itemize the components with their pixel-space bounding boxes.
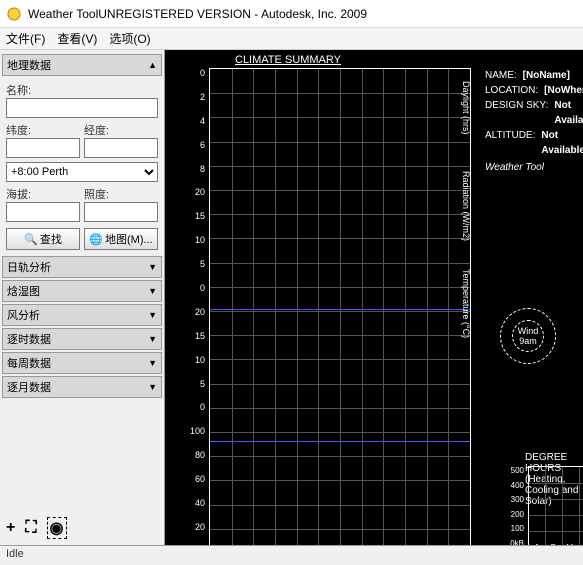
- lon-input[interactable]: [84, 138, 158, 158]
- status-text: Idle: [6, 548, 24, 560]
- alt-label: 海拔:: [6, 186, 80, 202]
- zoom-controls: + ⛶ ◉: [2, 513, 162, 543]
- chevron-down-icon: ▼: [148, 358, 157, 368]
- degree-months: JFMAMJJASOND: [528, 543, 583, 545]
- lat-input[interactable]: [6, 138, 80, 158]
- axis-temperature: Temperature (°C): [455, 264, 471, 344]
- info-alt-v: Not Available: [541, 128, 583, 158]
- section-3[interactable]: 逐时数据 ▼: [2, 328, 162, 350]
- chevron-down-icon: ▼: [148, 310, 157, 320]
- lon-label: 经度:: [84, 122, 158, 138]
- axis-labels: Daylight (hrs) Radiation (W/m2) Temperat…: [455, 68, 471, 344]
- name-input[interactable]: [6, 98, 158, 118]
- degree-chart: 5004003002001000kB 8k6k4k2k JFMAMJJASOND: [500, 466, 583, 545]
- axis-daylight: Daylight (hrs): [455, 68, 471, 148]
- brt-input[interactable]: [84, 202, 158, 222]
- section-geo[interactable]: 地理数据 ▲: [2, 54, 162, 76]
- info-sky-v: Not Available: [554, 98, 583, 128]
- find-button[interactable]: 🔍 查找: [6, 228, 80, 250]
- find-label: 查找: [40, 231, 62, 247]
- section-5[interactable]: 逐月数据 ▼: [2, 376, 162, 398]
- section-label-4: 每周数据: [7, 355, 51, 371]
- zoom-focus-button[interactable]: ◉: [47, 517, 67, 539]
- section-label-1: 焓湿图: [7, 283, 40, 299]
- axis-radiation: Radiation (W/m2): [455, 166, 471, 246]
- section-label-0: 日轨分析: [7, 259, 51, 275]
- map-button[interactable]: 🌐 地图(M)...: [84, 228, 158, 250]
- month-axis: JFMAMJJASOND: [209, 544, 471, 545]
- info-sky-k: DESIGN SKY:: [485, 98, 548, 128]
- info-alt-k: ALTITUDE:: [485, 128, 535, 158]
- info-block: NAME: [NoName] LOCATION: [NoWhere] DESIGN …: [485, 68, 583, 175]
- info-name-v: [NoName]: [523, 68, 570, 83]
- zoom-in-button[interactable]: +: [6, 519, 15, 537]
- degree-grid: [528, 466, 583, 545]
- menu-options[interactable]: 选项(O): [109, 30, 150, 47]
- climate-title: CLIMATE SUMMARY: [235, 54, 341, 66]
- map-label: 地图(M)...: [105, 231, 153, 247]
- chevron-down-icon: ▼: [148, 334, 157, 344]
- app-icon: [6, 6, 22, 22]
- geo-body: 名称: 纬度: 经度: +8:00 Perth 海拔:: [2, 76, 162, 254]
- statusbar: Idle: [0, 545, 583, 565]
- wind-a-time: 9am: [519, 336, 537, 346]
- section-4[interactable]: 每周数据 ▼: [2, 352, 162, 374]
- zoom-fit-button[interactable]: ⛶: [25, 519, 36, 537]
- canvas: CLIMATE SUMMARY 024682015105020151050100…: [165, 50, 583, 545]
- wind-9am: Wind 9am: [500, 308, 556, 364]
- sidebar: 地理数据 ▲ 名称: 纬度: 经度: +8:00 Perth: [0, 50, 165, 545]
- info-loc-v: [NoWhere]: [544, 83, 583, 98]
- info-loc-k: LOCATION:: [485, 83, 538, 98]
- section-geo-label: 地理数据: [7, 57, 51, 73]
- section-2[interactable]: 风分析 ▼: [2, 304, 162, 326]
- timezone-select[interactable]: +8:00 Perth: [6, 162, 158, 182]
- name-label: 名称:: [6, 82, 158, 98]
- globe-icon: 🌐: [89, 233, 103, 246]
- section-1[interactable]: 焓湿图 ▼: [2, 280, 162, 302]
- lat-label: 纬度:: [6, 122, 80, 138]
- menu-file[interactable]: 文件(F): [6, 30, 45, 47]
- menubar: 文件(F) 查看(V) 选项(O): [0, 28, 583, 50]
- brt-label: 照度:: [84, 186, 158, 202]
- alt-input[interactable]: [6, 202, 80, 222]
- section-label-2: 风分析: [7, 307, 40, 323]
- y-axis-ticks: 024682015105020151050100806040200: [187, 68, 207, 545]
- degree-y-left: 5004003002001000kB: [500, 466, 526, 545]
- chevron-down-icon: ▼: [148, 262, 157, 272]
- section-label-5: 逐月数据: [7, 379, 51, 395]
- chevron-down-icon: ▼: [148, 286, 157, 296]
- chevron-up-icon: ▲: [148, 60, 157, 70]
- info-name-k: NAME:: [485, 68, 517, 83]
- menu-view[interactable]: 查看(V): [57, 30, 97, 47]
- section-0[interactable]: 日轨分析 ▼: [2, 256, 162, 278]
- chevron-down-icon: ▼: [148, 382, 157, 392]
- titlebar: Weather ToolUNREGISTERED VERSION - Autod…: [0, 0, 583, 28]
- tool-name: Weather Tool: [485, 160, 583, 175]
- search-icon: 🔍: [24, 233, 38, 246]
- window-title: Weather ToolUNREGISTERED VERSION - Autod…: [28, 7, 367, 21]
- section-label-3: 逐时数据: [7, 331, 51, 347]
- climate-grid: [209, 68, 471, 545]
- climate-chart: 024682015105020151050100806040200 JFMAMJ…: [187, 68, 479, 545]
- wind-a-label: Wind: [518, 326, 539, 336]
